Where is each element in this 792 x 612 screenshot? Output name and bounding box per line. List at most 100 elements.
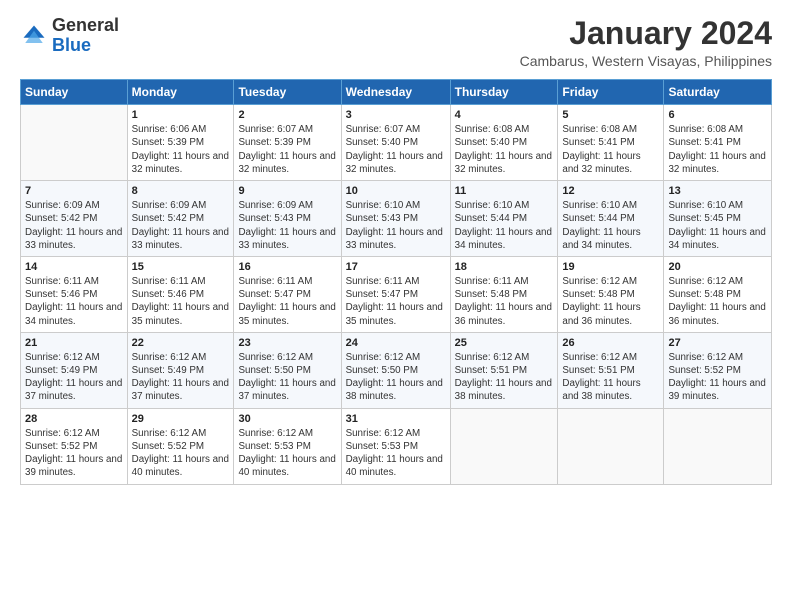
calendar-table: Sunday Monday Tuesday Wednesday Thursday… bbox=[20, 79, 772, 484]
day-info: Sunrise: 6:09 AMSunset: 5:43 PMDaylight:… bbox=[238, 199, 336, 252]
day-info: Sunrise: 6:12 AMSunset: 5:52 PMDaylight:… bbox=[25, 427, 123, 480]
day-number: 16 bbox=[238, 261, 336, 273]
table-row: 20Sunrise: 6:12 AMSunset: 5:48 PMDayligh… bbox=[664, 256, 772, 332]
day-number: 4 bbox=[455, 109, 554, 121]
table-row: 12 Sunrise: 6:10 AMSunset: 5:44 PMDayligh… bbox=[558, 181, 664, 257]
day-info: Sunrise: 6:10 AMSunset: 5:44 PMDaylight:… bbox=[455, 199, 554, 252]
day-number: 29 bbox=[132, 413, 230, 425]
table-row: 2 Sunrise: 6:07 AMSunset: 5:39 PMDaylight… bbox=[234, 105, 341, 181]
day-info: Sunrise: 6:08 AMSunset: 5:41 PMDaylight:… bbox=[562, 123, 659, 176]
day-info: Sunrise: 6:10 AMSunset: 5:43 PMDaylight:… bbox=[346, 199, 446, 252]
header-tuesday: Tuesday bbox=[234, 80, 341, 105]
table-row: 15 Sunrise: 6:11 AMSunset: 5:46 PMDayligh… bbox=[127, 256, 234, 332]
table-row: 31 Sunrise: 6:12 AMSunset: 5:53 PMDayligh… bbox=[341, 408, 450, 484]
table-row: 28 Sunrise: 6:12 AMSunset: 5:52 PMDayligh… bbox=[21, 408, 128, 484]
table-row: 30 Sunrise: 6:12 AMSunset: 5:53 PMDayligh… bbox=[234, 408, 341, 484]
header-sunday: Sunday bbox=[21, 80, 128, 105]
day-number: 2 bbox=[238, 109, 336, 121]
day-info: Sunrise: 6:12 AMSunset: 5:52 PMDaylight:… bbox=[668, 351, 767, 404]
day-info: Sunrise: 6:10 AMSunset: 5:44 PMDaylight:… bbox=[562, 199, 659, 252]
table-row: 16 Sunrise: 6:11 AMSunset: 5:47 PMDayligh… bbox=[234, 256, 341, 332]
table-row: 23Sunrise: 6:12 AMSunset: 5:50 PMDayligh… bbox=[234, 332, 341, 408]
calendar-week-row: 28 Sunrise: 6:12 AMSunset: 5:52 PMDayligh… bbox=[21, 408, 772, 484]
day-number: 8 bbox=[132, 185, 230, 197]
table-row bbox=[450, 408, 558, 484]
day-info: Sunrise: 6:12 AMSunset: 5:52 PMDaylight:… bbox=[132, 427, 230, 480]
day-number: 23 bbox=[238, 337, 336, 349]
logo-general: General bbox=[52, 15, 119, 35]
table-row: 1Sunrise: 6:06 AMSunset: 5:39 PMDaylight… bbox=[127, 105, 234, 181]
day-number: 18 bbox=[455, 261, 554, 273]
table-row: 3Sunrise: 6:07 AMSunset: 5:40 PMDaylight… bbox=[341, 105, 450, 181]
logo-text: General Blue bbox=[52, 16, 119, 56]
day-number: 11 bbox=[455, 185, 554, 197]
day-number: 9 bbox=[238, 185, 336, 197]
table-row: 17Sunrise: 6:11 AMSunset: 5:47 PMDayligh… bbox=[341, 256, 450, 332]
day-number: 28 bbox=[25, 413, 123, 425]
table-row: 14 Sunrise: 6:11 AMSunset: 5:46 PMDayligh… bbox=[21, 256, 128, 332]
logo-blue: Blue bbox=[52, 35, 91, 55]
header: General Blue January 2024 Cambarus, West… bbox=[20, 16, 772, 69]
calendar-title: January 2024 bbox=[520, 16, 772, 51]
day-number: 15 bbox=[132, 261, 230, 273]
day-number: 7 bbox=[25, 185, 123, 197]
day-number: 26 bbox=[562, 337, 659, 349]
day-number: 22 bbox=[132, 337, 230, 349]
table-row: 29 Sunrise: 6:12 AMSunset: 5:52 PMDayligh… bbox=[127, 408, 234, 484]
header-saturday: Saturday bbox=[664, 80, 772, 105]
table-row: 11 Sunrise: 6:10 AMSunset: 5:44 PMDayligh… bbox=[450, 181, 558, 257]
logo: General Blue bbox=[20, 16, 119, 56]
day-info: Sunrise: 6:08 AMSunset: 5:41 PMDaylight:… bbox=[668, 123, 767, 176]
day-info: Sunrise: 6:08 AMSunset: 5:40 PMDaylight:… bbox=[455, 123, 554, 176]
table-row: 10 Sunrise: 6:10 AMSunset: 5:43 PMDayligh… bbox=[341, 181, 450, 257]
header-monday: Monday bbox=[127, 80, 234, 105]
day-info: Sunrise: 6:12 AMSunset: 5:53 PMDaylight:… bbox=[346, 427, 446, 480]
table-row: 27 Sunrise: 6:12 AMSunset: 5:52 PMDayligh… bbox=[664, 332, 772, 408]
day-info: Sunrise: 6:12 AMSunset: 5:48 PMDaylight:… bbox=[562, 275, 659, 328]
title-block: January 2024 Cambarus, Western Visayas, … bbox=[520, 16, 772, 69]
table-row: 24 Sunrise: 6:12 AMSunset: 5:50 PMDayligh… bbox=[341, 332, 450, 408]
day-info: Sunrise: 6:10 AMSunset: 5:45 PMDaylight:… bbox=[668, 199, 767, 252]
header-wednesday: Wednesday bbox=[341, 80, 450, 105]
table-row: 6Sunrise: 6:08 AMSunset: 5:41 PMDaylight… bbox=[664, 105, 772, 181]
day-number: 3 bbox=[346, 109, 446, 121]
day-info: Sunrise: 6:11 AMSunset: 5:46 PMDaylight:… bbox=[25, 275, 123, 328]
page: General Blue January 2024 Cambarus, West… bbox=[0, 0, 792, 612]
header-friday: Friday bbox=[558, 80, 664, 105]
table-row: 8 Sunrise: 6:09 AMSunset: 5:42 PMDaylight… bbox=[127, 181, 234, 257]
table-row bbox=[558, 408, 664, 484]
table-row bbox=[664, 408, 772, 484]
day-info: Sunrise: 6:11 AMSunset: 5:47 PMDaylight:… bbox=[238, 275, 336, 328]
day-number: 19 bbox=[562, 261, 659, 273]
day-info: Sunrise: 6:09 AMSunset: 5:42 PMDaylight:… bbox=[25, 199, 123, 252]
day-info: Sunrise: 6:12 AMSunset: 5:49 PMDaylight:… bbox=[132, 351, 230, 404]
day-info: Sunrise: 6:12 AMSunset: 5:50 PMDaylight:… bbox=[346, 351, 446, 404]
day-info: Sunrise: 6:12 AMSunset: 5:53 PMDaylight:… bbox=[238, 427, 336, 480]
day-number: 27 bbox=[668, 337, 767, 349]
day-number: 10 bbox=[346, 185, 446, 197]
table-row: 4 Sunrise: 6:08 AMSunset: 5:40 PMDaylight… bbox=[450, 105, 558, 181]
table-row bbox=[21, 105, 128, 181]
table-row: 26Sunrise: 6:12 AMSunset: 5:51 PMDayligh… bbox=[558, 332, 664, 408]
day-number: 31 bbox=[346, 413, 446, 425]
table-row: 13Sunrise: 6:10 AMSunset: 5:45 PMDayligh… bbox=[664, 181, 772, 257]
table-row: 9 Sunrise: 6:09 AMSunset: 5:43 PMDaylight… bbox=[234, 181, 341, 257]
calendar-week-row: 7 Sunrise: 6:09 AMSunset: 5:42 PMDaylight… bbox=[21, 181, 772, 257]
day-number: 20 bbox=[668, 261, 767, 273]
day-number: 21 bbox=[25, 337, 123, 349]
logo-icon bbox=[20, 22, 48, 50]
day-info: Sunrise: 6:11 AMSunset: 5:46 PMDaylight:… bbox=[132, 275, 230, 328]
day-info: Sunrise: 6:07 AMSunset: 5:39 PMDaylight:… bbox=[238, 123, 336, 176]
day-number: 17 bbox=[346, 261, 446, 273]
calendar-week-row: 21 Sunrise: 6:12 AMSunset: 5:49 PMDayligh… bbox=[21, 332, 772, 408]
table-row: 5Sunrise: 6:08 AMSunset: 5:41 PMDaylight… bbox=[558, 105, 664, 181]
day-number: 14 bbox=[25, 261, 123, 273]
day-info: Sunrise: 6:09 AMSunset: 5:42 PMDaylight:… bbox=[132, 199, 230, 252]
table-row: 19 Sunrise: 6:12 AMSunset: 5:48 PMDayligh… bbox=[558, 256, 664, 332]
day-number: 30 bbox=[238, 413, 336, 425]
day-info: Sunrise: 6:06 AMSunset: 5:39 PMDaylight:… bbox=[132, 123, 230, 176]
day-number: 12 bbox=[562, 185, 659, 197]
day-number: 24 bbox=[346, 337, 446, 349]
header-thursday: Thursday bbox=[450, 80, 558, 105]
calendar-week-row: 1Sunrise: 6:06 AMSunset: 5:39 PMDaylight… bbox=[21, 105, 772, 181]
